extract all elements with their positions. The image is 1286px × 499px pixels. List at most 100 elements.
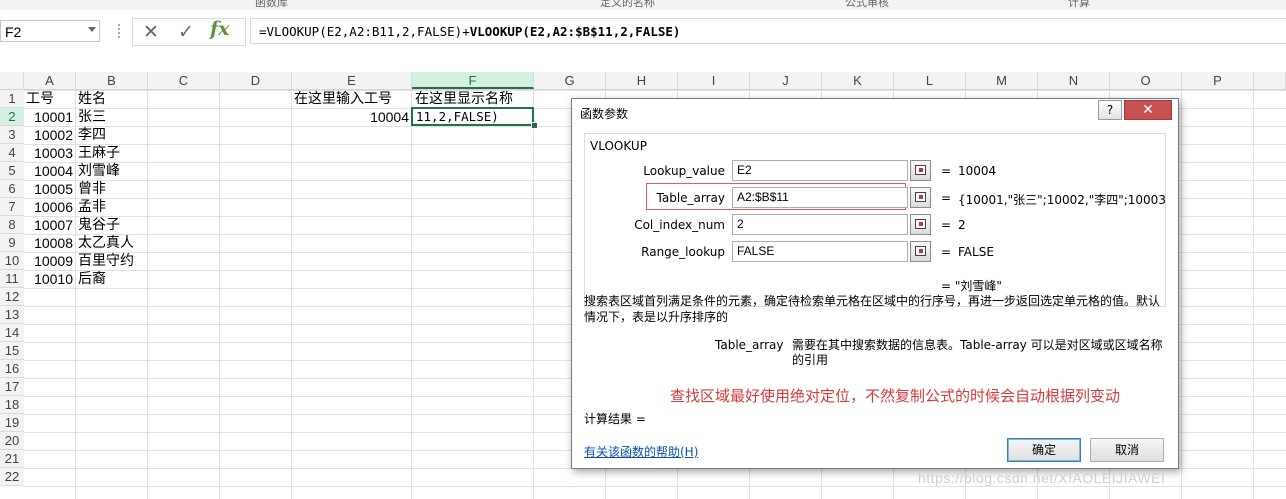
row-header-selected[interactable]: 2 (0, 108, 24, 126)
cell-name[interactable]: 李四 (78, 126, 106, 144)
fill-handle[interactable] (531, 122, 538, 129)
column-header[interactable]: J (750, 72, 822, 89)
collapse-dialog-icon[interactable] (910, 214, 931, 235)
cell-e2[interactable]: 10004 (292, 108, 409, 126)
row-header[interactable]: 9 (0, 234, 24, 252)
cell-name[interactable]: 王麻子 (78, 144, 120, 162)
row-header[interactable]: 16 (0, 360, 24, 378)
column-header[interactable]: A (24, 72, 76, 89)
cell-name[interactable]: 孟非 (78, 198, 106, 216)
arg-label-lookup-value: Lookup_value (643, 164, 725, 178)
cell-name[interactable]: 太乙真人 (78, 234, 134, 252)
collapse-dialog-icon[interactable] (910, 187, 931, 208)
function-description: 搜索表区域首列满足条件的元素，确定待检索单元格在区域中的行序号，再进一步返回选定… (584, 294, 1161, 324)
collapse-dialog-icon[interactable] (910, 241, 931, 262)
row-header[interactable]: 10 (0, 252, 24, 270)
column-header[interactable]: I (678, 72, 750, 89)
function-help-link[interactable]: 有关该函数的帮助(H) (584, 443, 698, 460)
column-header[interactable]: C (148, 72, 220, 89)
row-header[interactable]: 17 (0, 378, 24, 396)
select-all-corner[interactable] (0, 72, 24, 89)
column-header[interactable]: O (1110, 72, 1182, 89)
function-result: = "刘雪峰" (941, 279, 1002, 293)
column-header[interactable]: H (606, 72, 678, 89)
grip-icon[interactable] (118, 24, 122, 38)
row-header[interactable]: 13 (0, 306, 24, 324)
close-button[interactable]: ✕ (1124, 100, 1172, 120)
formula-input[interactable]: =VLOOKUP(E2,A2:B11,2,FALSE)+VLOOKUP(E2,A… (250, 18, 1286, 44)
cell-id[interactable]: 10009 (24, 252, 73, 270)
lookup-value-input[interactable]: E2 (732, 160, 908, 181)
row-header[interactable]: 21 (0, 450, 24, 468)
calculation-result: 计算结果 = (584, 412, 646, 426)
cell-name[interactable]: 张三 (78, 108, 106, 126)
cell-name[interactable]: 后裔 (78, 270, 106, 288)
function-arguments-dialog: 函数参数 ? ✕ VLOOKUP Lookup_value E2 = 10004… (571, 98, 1179, 469)
row-header[interactable]: 8 (0, 216, 24, 234)
row-header[interactable]: 22 (0, 468, 24, 486)
chevron-down-icon[interactable] (88, 27, 96, 32)
cell-e1[interactable]: 在这里输入工号 (294, 90, 392, 108)
cell-b1[interactable]: 姓名 (78, 90, 106, 108)
row-header[interactable]: 19 (0, 414, 24, 432)
cell-name[interactable]: 鬼谷子 (78, 216, 120, 234)
arg-label-col-index-num: Col_index_num (634, 218, 725, 232)
row-header[interactable]: 18 (0, 396, 24, 414)
row-header[interactable]: 1 (0, 90, 24, 108)
cell-id[interactable]: 10004 (24, 162, 73, 180)
column-header[interactable]: D (220, 72, 292, 89)
ribbon-group-label: 计算 (1068, 0, 1090, 9)
cell-id[interactable]: 10007 (24, 216, 73, 234)
column-header[interactable]: L (894, 72, 966, 89)
name-box[interactable]: F2 (0, 20, 100, 42)
arg-label-range-lookup: Range_lookup (641, 245, 725, 259)
row-header[interactable]: 15 (0, 342, 24, 360)
row-header[interactable]: 14 (0, 324, 24, 342)
cell-id[interactable]: 10008 (24, 234, 73, 252)
row-header[interactable]: 3 (0, 126, 24, 144)
cell-id[interactable]: 10001 (24, 108, 73, 126)
cell-f1[interactable]: 在这里显示名称 (415, 90, 513, 108)
arg-result: 10004 (958, 164, 997, 178)
column-header[interactable]: N (1038, 72, 1110, 89)
dialog-titlebar[interactable]: 函数参数 ? ✕ (572, 99, 1178, 127)
row-header[interactable]: 6 (0, 180, 24, 198)
help-button[interactable]: ? (1098, 100, 1122, 120)
collapse-dialog-icon[interactable] (910, 160, 931, 181)
ok-button[interactable]: 确定 (1007, 438, 1081, 462)
cell-name[interactable]: 百里守约 (78, 252, 134, 270)
row-header[interactable]: 5 (0, 162, 24, 180)
column-header[interactable] (1254, 72, 1286, 89)
row-header[interactable]: 7 (0, 198, 24, 216)
column-header[interactable]: M (966, 72, 1038, 89)
row-header[interactable]: 20 (0, 432, 24, 450)
cell-id[interactable]: 10006 (24, 198, 73, 216)
formula-active-function: VLOOKUP(E2,A2:$B$11,2,FALSE) (469, 24, 681, 39)
column-header[interactable]: E (292, 72, 412, 89)
cell-name[interactable]: 曾非 (78, 180, 106, 198)
insert-function-icon[interactable]: fx (210, 18, 230, 40)
active-cell-f2[interactable]: 11,2,FALSE) (411, 107, 534, 126)
column-header[interactable]: G (534, 72, 606, 89)
column-headers: A B C D E F G H I J K L M N O P (0, 72, 1286, 90)
column-header-selected[interactable]: F (412, 72, 534, 89)
column-header[interactable]: B (76, 72, 148, 89)
cell-id[interactable]: 10002 (24, 126, 73, 144)
table-array-input[interactable]: A2:$B$11 (732, 187, 908, 208)
confirm-entry-icon[interactable]: ✓ (174, 22, 198, 42)
cancel-button[interactable]: 取消 (1090, 438, 1164, 462)
range-lookup-input[interactable]: FALSE (732, 241, 908, 262)
cell-a1[interactable]: 工号 (26, 90, 54, 108)
cell-id[interactable]: 10010 (24, 270, 73, 288)
column-header[interactable]: P (1182, 72, 1254, 89)
column-header[interactable]: K (822, 72, 894, 89)
arg-detail-label: Table_array (715, 338, 784, 352)
cancel-entry-icon[interactable]: ✕ (139, 22, 163, 42)
row-header[interactable]: 12 (0, 288, 24, 306)
row-header[interactable]: 11 (0, 270, 24, 288)
cell-id[interactable]: 10005 (24, 180, 73, 198)
col-index-num-input[interactable]: 2 (732, 214, 908, 235)
cell-id[interactable]: 10003 (24, 144, 73, 162)
cell-name[interactable]: 刘雪峰 (78, 162, 120, 180)
row-header[interactable]: 4 (0, 144, 24, 162)
